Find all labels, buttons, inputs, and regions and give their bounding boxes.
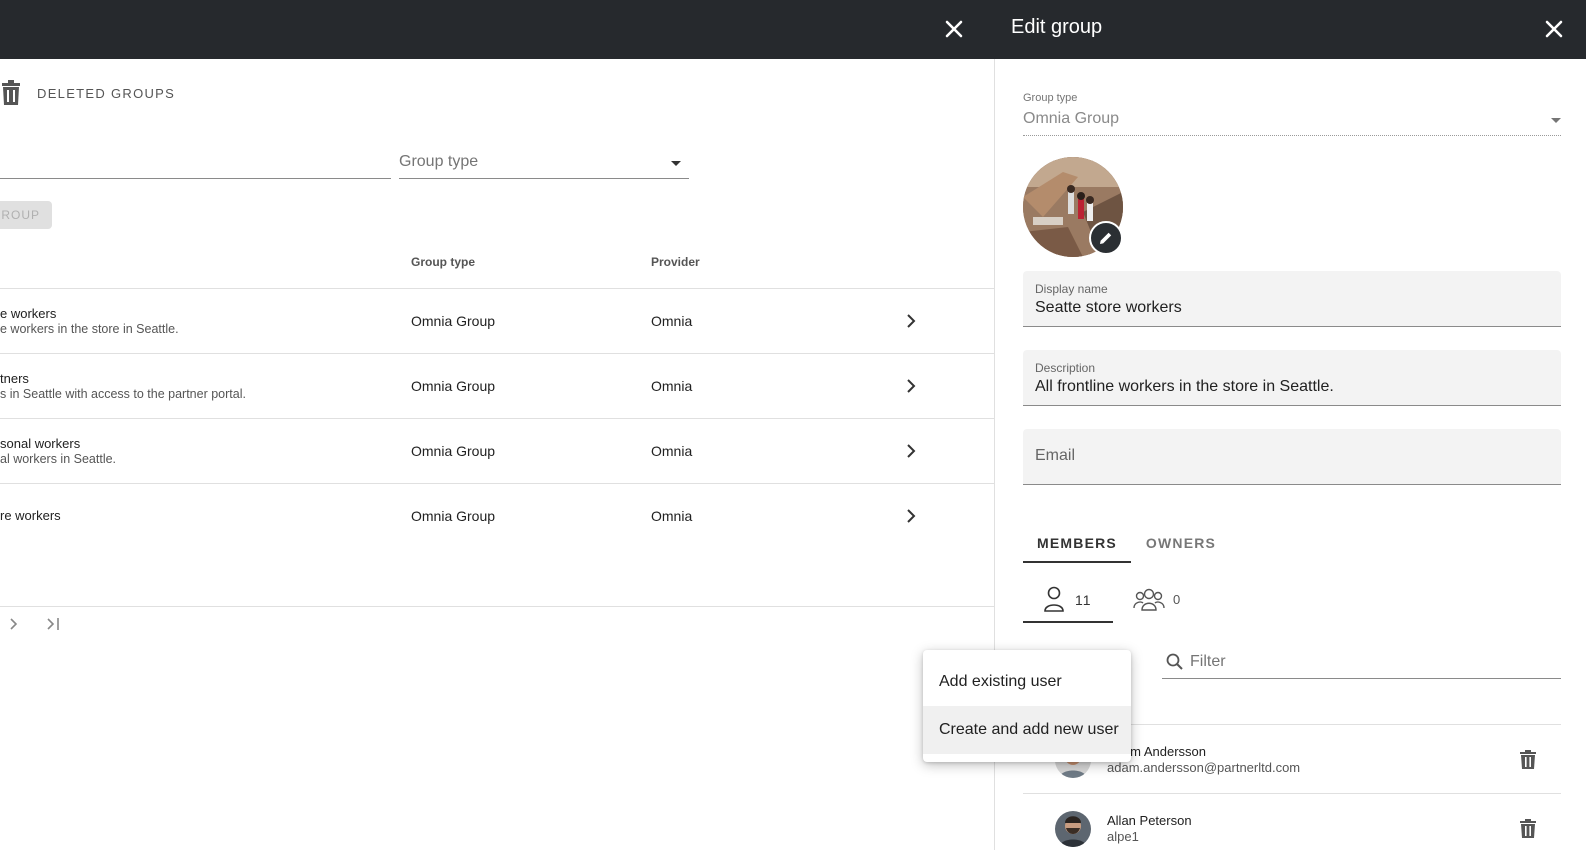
user-count: 11 [1075,592,1092,608]
pager-last-icon[interactable] [44,614,64,634]
edit-avatar-button[interactable] [1089,221,1123,255]
column-header-provider[interactable]: Provider [651,255,700,269]
group-description: e workers in the store in Seattle. [0,322,179,336]
tab-owners[interactable]: OWNERS [1141,527,1221,563]
display-name-label: Display name [1035,282,1108,296]
tab-members[interactable]: MEMBERS [1023,527,1131,563]
chevron-right-icon[interactable] [899,504,923,528]
description-value: All frontline workers in the store in Se… [1035,378,1334,395]
close-panel-icon[interactable] [1542,17,1566,41]
subtab-groups[interactable]: 0 [1133,579,1193,623]
list-item[interactable]: Allan Peterson alpe1 [1023,795,1561,850]
member-name: Allan Peterson [1107,813,1192,828]
group-type: Omnia Group [411,313,496,329]
close-icon[interactable] [942,17,966,41]
add-user-menu: Add existing user Create and add new use… [923,650,1131,762]
filter-input[interactable]: Filter [1162,646,1561,679]
email-placeholder: Email [1035,447,1076,464]
group-avatar [1023,157,1123,257]
group-name: sonal workers [0,436,81,451]
subtab-users[interactable]: 11 [1023,579,1113,623]
group-count: 0 [1173,592,1181,607]
deleted-groups-label: DELETED GROUPS [37,85,176,101]
group-name: re workers [0,508,61,523]
chevron-right-icon[interactable] [899,439,923,463]
pager-next-icon[interactable] [4,614,24,634]
dropdown-arrow-icon [1551,118,1561,123]
top-bar: Edit group [0,0,1586,59]
pencil-icon [1100,232,1112,244]
description-field[interactable]: Description All frontline workers in the… [1023,350,1561,406]
group-type-select[interactable]: Group type [399,151,689,179]
new-group-button[interactable]: GROUP [0,201,52,229]
trash-icon[interactable] [1519,819,1537,839]
member-username: alpe1 [1107,829,1139,844]
chevron-right-icon[interactable] [899,374,923,398]
group-provider: Omnia [651,378,693,394]
table-row[interactable]: e workers e workers in the store in Seat… [0,288,994,353]
group-type-value: Omnia Group [1023,110,1120,127]
group-type: Omnia Group [411,378,496,394]
member-divider [1023,793,1561,794]
table-row[interactable]: sonal workers al workers in Seattle. Omn… [0,418,994,483]
group-provider: Omnia [651,313,693,329]
chevron-right-icon[interactable] [899,309,923,333]
menu-item-add-existing-user[interactable]: Add existing user [923,658,1131,706]
email-field[interactable]: Email [1023,429,1561,485]
menu-item-create-new-user[interactable]: Create and add new user [923,706,1131,754]
group-description: s in Seattle with access to the partner … [0,387,246,401]
group-name: e workers [0,306,57,321]
group-provider: Omnia [651,443,693,459]
description-label: Description [1035,361,1096,375]
group-provider: Omnia [651,508,693,524]
trash-icon[interactable] [1519,750,1537,770]
group-type-placeholder: Group type [399,153,479,170]
search-input[interactable] [0,178,391,179]
person-icon [1044,586,1064,612]
display-name-field[interactable]: Display name Seatte store workers [1023,271,1561,327]
search-icon [1166,653,1183,670]
group-type-select-disabled [1023,135,1561,136]
column-header-group-type[interactable]: Group type [411,255,475,269]
trash-icon [0,80,22,106]
display-name-value: Seatte store workers [1035,299,1182,316]
filter-placeholder: Filter [1190,653,1226,670]
groups-list-area: DELETED GROUPS Group type GROUP Group ty… [0,59,994,850]
panel-title: Edit group [1011,16,1103,38]
dropdown-arrow-icon [671,161,681,166]
table-row[interactable]: re workers Omnia Group Omnia [0,483,994,548]
table-row[interactable]: tners s in Seattle with access to the pa… [0,353,994,418]
avatar [1055,811,1091,847]
group-description: al workers in Seattle. [0,452,117,466]
member-email: adam.andersson@partnerltd.com [1107,760,1301,775]
group-type-label: Group type [1023,92,1078,104]
table-divider [0,606,994,607]
group-type: Omnia Group [411,508,496,524]
deleted-groups-link[interactable]: DELETED GROUPS [0,80,175,106]
group-name: tners [0,371,29,386]
group-type: Omnia Group [411,443,496,459]
people-group-icon [1133,588,1165,611]
